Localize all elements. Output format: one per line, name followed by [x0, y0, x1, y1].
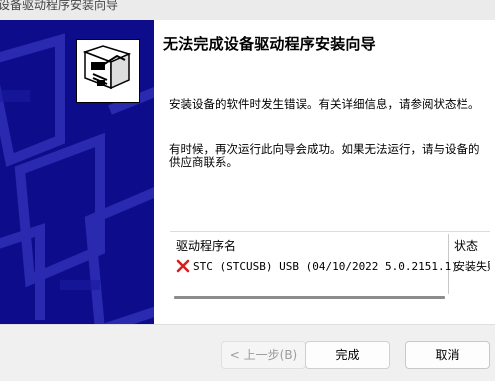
wizard-banner: [0, 20, 154, 324]
wizard-content: 无法完成设备驱动程序安装向导 安装设备的软件时发生错误。有关详细信息，请参阅状态…: [154, 20, 495, 324]
hint-message: 有时候，再次运行此向导会成功。如果无法运行，请与设备的供应商联系。: [169, 142, 480, 169]
column-header-driver-name[interactable]: 驱动程序名: [176, 237, 236, 254]
driver-table[interactable]: 驱动程序名 状态 STC (STCUSB) USB (04/10/2022 5.…: [170, 231, 490, 306]
window-title: 设备驱动程序安装向导: [0, 0, 119, 12]
setup-computer-icon: [76, 39, 140, 103]
window-titlebar: 设备驱动程序安装向导: [0, 0, 495, 20]
driver-name-cell: STC (STCUSB) USB (04/10/2022 5.0.2151.1): [193, 260, 458, 273]
column-header-status[interactable]: 状态: [454, 237, 478, 254]
error-message: 安装设备的软件时发生错误。有关详细信息，请参阅状态栏。: [169, 97, 480, 111]
driver-status-cell: 安装失败: [454, 260, 490, 273]
page-title: 无法完成设备驱动程序安装向导: [163, 35, 376, 53]
cancel-button[interactable]: 取消: [405, 341, 490, 369]
back-button[interactable]: < 上一步(B): [221, 341, 306, 369]
scrollbar-thumb[interactable]: [174, 296, 445, 299]
table-row[interactable]: STC (STCUSB) USB (04/10/2022 5.0.2151.1)…: [176, 259, 490, 275]
finish-button[interactable]: 完成: [305, 341, 390, 369]
footer-divider: [0, 324, 495, 325]
error-x-icon: [176, 259, 190, 273]
horizontal-scrollbar[interactable]: [170, 292, 490, 304]
